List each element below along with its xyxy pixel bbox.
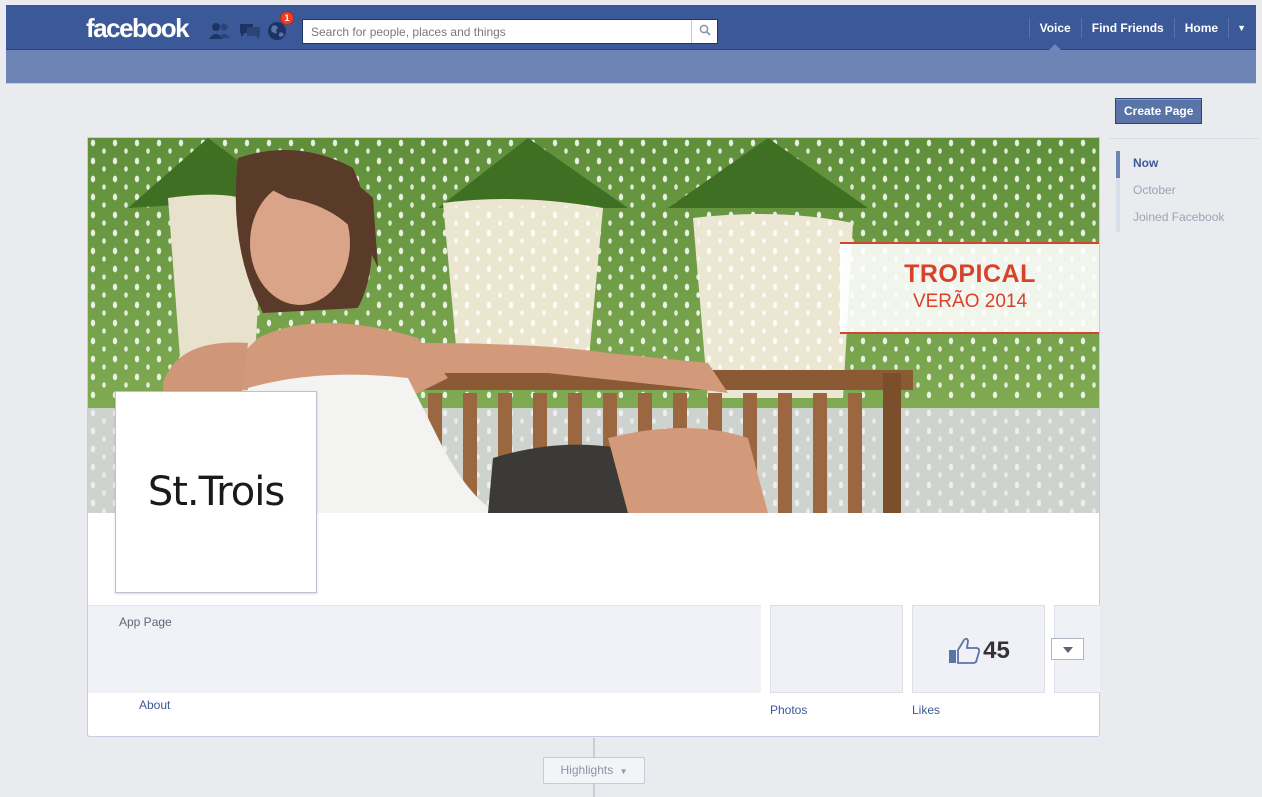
page-category-box: App Page	[88, 605, 761, 693]
friend-requests-icon[interactable]	[209, 21, 231, 41]
search-input[interactable]	[303, 20, 693, 43]
thumbs-up-icon	[947, 636, 981, 667]
tab-likes[interactable]: Likes	[912, 703, 940, 717]
top-nav: Voice Find Friends Home ▼	[1028, 5, 1256, 50]
search-icon	[699, 24, 711, 39]
photos-tile[interactable]	[770, 605, 903, 693]
account-menu-caret-icon[interactable]: ▼	[1228, 17, 1256, 38]
timeline-card: TROPICAL VERÃO 2014 App Page 45 St.Trois…	[87, 137, 1100, 737]
brand-logo: St.Trois	[147, 469, 285, 515]
search-box	[302, 19, 718, 44]
nav-find-friends[interactable]: Find Friends	[1080, 17, 1174, 38]
jewel-icons	[209, 19, 293, 43]
likes-tile[interactable]: 45	[912, 605, 1045, 693]
cover-caption-title: TROPICAL	[904, 260, 1036, 288]
nav-home[interactable]: Home	[1173, 17, 1228, 38]
right-column-divider	[1109, 138, 1259, 139]
likes-count: 45	[983, 637, 1010, 664]
messages-icon[interactable]	[239, 22, 261, 40]
timeline-scrubber: Now October Joined Facebook	[1116, 151, 1256, 232]
nav-voice[interactable]: Voice	[1028, 17, 1081, 50]
top-bar: facebook 1 Voice Find Friends Home ▼	[6, 5, 1256, 50]
scrubber-item-october[interactable]: October	[1116, 178, 1256, 205]
cover-caption-subtitle: VERÃO 2014	[912, 291, 1028, 312]
chevron-down-icon	[1062, 642, 1073, 656]
create-page-button[interactable]: Create Page	[1115, 98, 1203, 124]
tab-photos[interactable]: Photos	[770, 703, 807, 717]
page-info-row: App Page 45	[88, 605, 1100, 693]
scrubber-item-joined-facebook[interactable]: Joined Facebook	[1116, 205, 1256, 232]
chevron-down-icon: ▼	[619, 767, 628, 776]
tab-about[interactable]: About	[139, 698, 170, 712]
cover-caption: TROPICAL VERÃO 2014	[840, 242, 1099, 334]
facebook-logo[interactable]: facebook	[86, 13, 190, 44]
page-category: App Page	[119, 615, 172, 629]
highlights-label: Highlights	[560, 763, 614, 777]
profile-picture[interactable]: St.Trois	[115, 391, 317, 593]
notifications-badge[interactable]: 1	[280, 11, 294, 25]
search-button[interactable]	[691, 20, 717, 43]
highlights-button[interactable]: Highlights ▼	[543, 757, 645, 784]
sub-bar	[6, 50, 1256, 84]
views-dropdown-button[interactable]	[1051, 638, 1084, 660]
scrubber-item-now[interactable]: Now	[1116, 151, 1256, 178]
